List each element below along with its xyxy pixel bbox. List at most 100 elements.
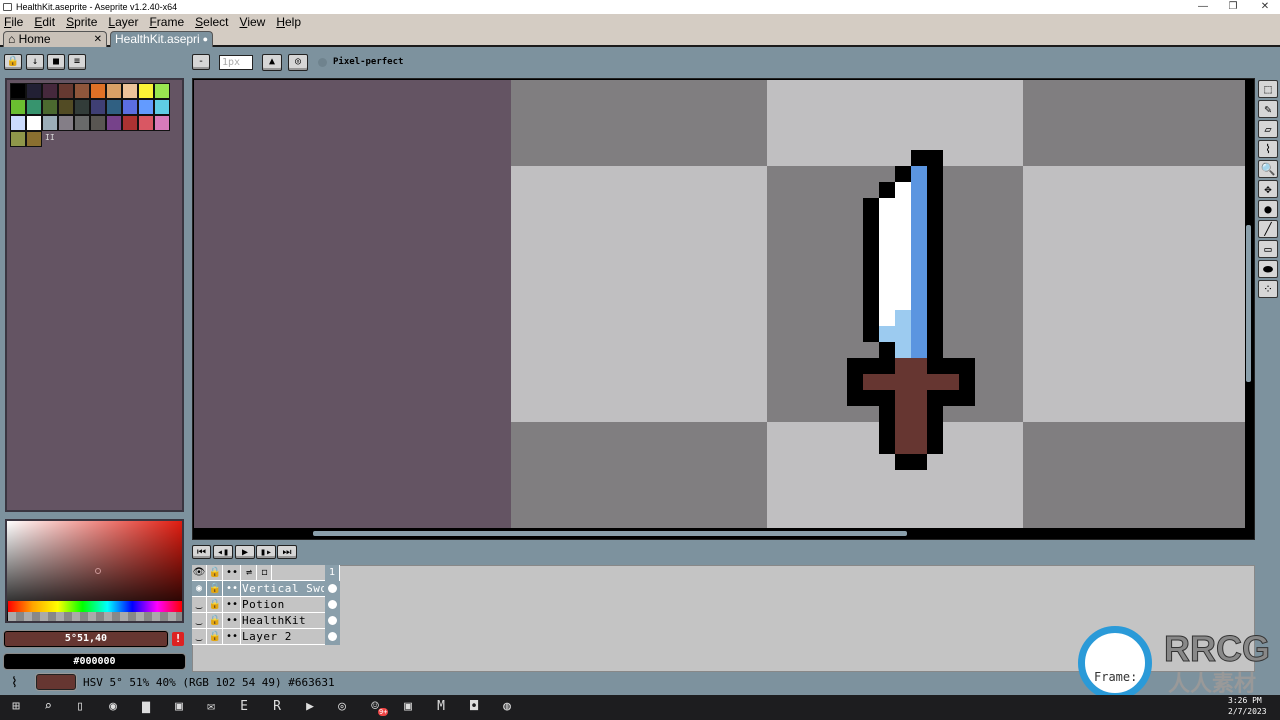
eyedropper-icon[interactable]: ⌇ (11, 675, 18, 691)
palette-swatch[interactable] (10, 83, 26, 99)
palette-swatch[interactable] (122, 83, 138, 99)
previous-frame-button[interactable]: ◂▮ (213, 545, 233, 559)
last-frame-button[interactable]: ⏭ (277, 545, 297, 559)
lock-icon[interactable]: 🔒 (208, 565, 223, 581)
layer-name[interactable]: HealthKit (242, 613, 324, 628)
menu-edit[interactable]: Edit (34, 14, 55, 30)
palette-swatch[interactable] (138, 115, 154, 131)
foreground-color-button[interactable]: 5°51,40 (4, 631, 168, 647)
clock-time[interactable]: 3:26 PM (1228, 696, 1262, 705)
continuous-icon[interactable]: •• (224, 565, 241, 581)
palette-more[interactable]: II (45, 133, 55, 142)
alpha-slider[interactable] (8, 612, 182, 621)
ink-button[interactable]: ▲ (262, 54, 282, 71)
palette-swatch[interactable] (58, 115, 74, 131)
first-frame-button[interactable]: ⏮ (192, 545, 211, 559)
palette-swatch[interactable] (154, 115, 170, 131)
palette-swatch[interactable] (42, 99, 58, 115)
cel[interactable] (325, 629, 340, 645)
opacity-button[interactable]: ◎ (288, 54, 308, 71)
palette-swatch[interactable] (26, 131, 42, 147)
aseprite-icon[interactable]: ▣ (398, 697, 418, 717)
eraser-tool[interactable]: ▱ (1258, 120, 1278, 138)
lock-palette-button[interactable]: 🔒 (4, 54, 22, 70)
rectangle-tool[interactable]: ▭ (1258, 240, 1278, 258)
mail-icon[interactable]: ✉ (201, 697, 221, 717)
eye-icon[interactable]: 👁 (192, 565, 207, 581)
move-tool[interactable]: ✥ (1258, 180, 1278, 198)
palette-swatch[interactable] (42, 115, 58, 131)
pencil-tool[interactable]: ✎ (1258, 100, 1278, 118)
continuous-icon[interactable]: •• (224, 629, 241, 645)
blob-tool[interactable]: ⬬ (1258, 260, 1278, 278)
play-button[interactable]: ▶ (235, 545, 255, 559)
continuous-icon[interactable]: •• (224, 613, 241, 629)
miro-icon[interactable]: M (431, 697, 451, 717)
hue-slider[interactable] (8, 601, 182, 612)
palette-swatch[interactable] (90, 83, 106, 99)
menu-layer[interactable]: Layer (108, 14, 138, 30)
selection-tool[interactable]: ⬚ (1258, 80, 1278, 98)
palette-swatch[interactable] (58, 83, 74, 99)
palette-swatch[interactable] (154, 99, 170, 115)
menu-frame[interactable]: Frame (149, 14, 184, 30)
close-tab-icon[interactable]: ✕ (94, 32, 102, 47)
eyedropper-tool[interactable]: ⌇ (1258, 140, 1278, 158)
rsi-icon[interactable]: R (267, 697, 287, 717)
layer-options-icon[interactable]: ◻ (258, 565, 272, 581)
tab-home[interactable]: ⌂ Home ✕ (3, 31, 107, 47)
maximize-button[interactable]: ❐ (1218, 0, 1248, 14)
vertical-scrollbar[interactable] (1246, 225, 1251, 382)
store-icon[interactable]: ▣ (169, 697, 189, 717)
lock-icon[interactable]: 🔒 (208, 581, 223, 597)
palette-sort-button[interactable]: ↓ (26, 54, 44, 70)
layer-name[interactable]: Potion (242, 597, 324, 612)
palette-swatch[interactable] (26, 115, 42, 131)
onion-skin-icon[interactable]: ⇌ (242, 565, 257, 581)
layer-row[interactable]: ‿ 🔒 •• Layer 2 (192, 629, 340, 645)
edge-icon[interactable]: ◉ (103, 697, 123, 717)
palette-swatch[interactable] (122, 115, 138, 131)
layer-name[interactable]: Layer 2 (242, 629, 324, 644)
continuous-icon[interactable]: •• (224, 597, 241, 613)
layer-row[interactable]: ‿ 🔒 •• Potion (192, 597, 340, 613)
chrome-icon[interactable]: ◍ (497, 697, 517, 717)
palette-swatch[interactable] (90, 115, 106, 131)
zoom-tool[interactable]: 🔍 (1258, 160, 1278, 178)
brush-size-input[interactable]: 1px (219, 55, 253, 70)
palette-swatch[interactable] (10, 131, 26, 147)
steam-icon[interactable]: ◎ (332, 697, 352, 717)
palette-swatch[interactable] (26, 83, 42, 99)
menu-select[interactable]: Select (195, 14, 228, 30)
cel[interactable] (325, 597, 340, 613)
cel[interactable] (325, 613, 340, 629)
palette-swatch[interactable] (26, 99, 42, 115)
line-tool[interactable]: ╱ (1258, 220, 1278, 238)
eye-closed-icon[interactable]: ‿ (192, 629, 207, 645)
picker-cursor[interactable] (95, 568, 101, 574)
palette-swatch[interactable] (90, 99, 106, 115)
frame-number[interactable]: 1 (325, 565, 340, 581)
palette-swatch[interactable] (10, 115, 26, 131)
search-icon[interactable]: ⌕ (38, 697, 58, 717)
eye-icon[interactable]: ◉ (192, 581, 207, 597)
lock-icon[interactable]: 🔒 (208, 629, 223, 645)
clock-date[interactable]: 2/7/2023 (1228, 707, 1267, 716)
minimize-button[interactable]: — (1188, 0, 1218, 14)
lock-icon[interactable]: 🔒 (208, 613, 223, 629)
cel[interactable] (325, 581, 340, 597)
brush-type-button[interactable]: - (192, 54, 210, 70)
palette-presets-button[interactable]: ■ (47, 54, 65, 70)
epic-games-icon[interactable]: E (234, 697, 254, 717)
menu-view[interactable]: View (240, 14, 266, 30)
pixel-perfect-checkbox[interactable] (318, 58, 327, 67)
eye-closed-icon[interactable]: ‿ (192, 613, 207, 629)
windows-icon[interactable]: ⊞ (6, 697, 26, 717)
palette-swatch[interactable] (10, 99, 26, 115)
palette-swatch[interactable] (74, 115, 90, 131)
menu-sprite[interactable]: Sprite (66, 14, 97, 30)
palette-swatch[interactable] (106, 99, 122, 115)
file-explorer-icon[interactable]: ▆ (136, 697, 156, 717)
layer-row[interactable]: ◉🔒••Vertical Sword (192, 581, 340, 597)
close-button[interactable]: ✕ (1250, 0, 1280, 14)
